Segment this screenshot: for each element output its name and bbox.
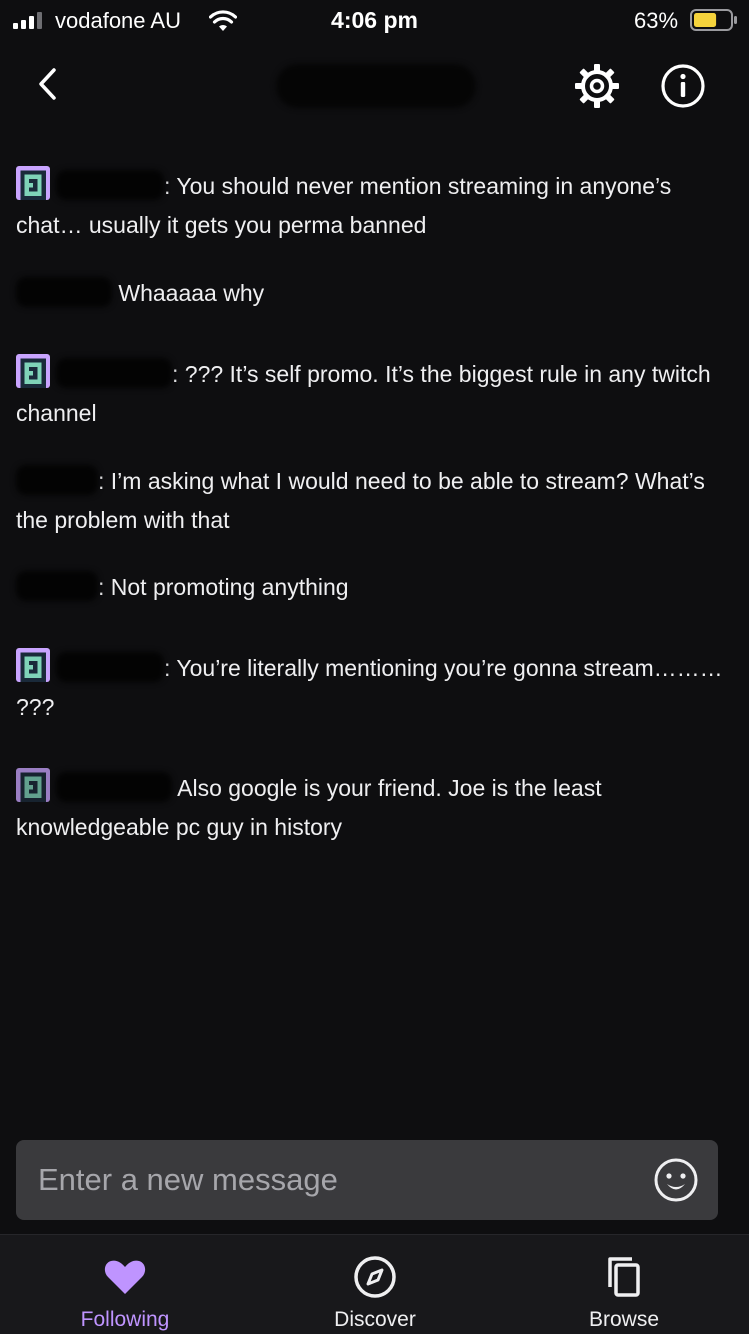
status-bar: vodafone AU 4:06 pm 63% — [0, 0, 749, 42]
signal-icon — [13, 12, 42, 29]
chat-message: : You should never mention streaming in … — [16, 166, 736, 245]
tab-browse[interactable]: Browse — [499, 1235, 749, 1334]
username-redacted — [56, 170, 164, 200]
chat-message: : ??? It’s self promo. It’s the biggest … — [16, 354, 736, 433]
username-redacted — [16, 571, 98, 601]
message-text: I’m asking what I would need to be able … — [16, 468, 705, 533]
tab-label: Browse — [588, 1308, 660, 1331]
chat-message: : You’re literally mentioning you’re gon… — [16, 648, 736, 727]
chat-header — [0, 42, 749, 132]
pixel-robot-badge — [16, 648, 50, 682]
username-redacted — [56, 772, 172, 802]
gear-icon — [575, 64, 619, 108]
chat-message: Whaaaaa why — [16, 274, 736, 313]
wifi-icon — [209, 10, 237, 31]
tab-following[interactable]: Following — [0, 1235, 250, 1334]
copy-stack-icon — [608, 1257, 640, 1297]
battery-icon — [690, 9, 737, 31]
username-redacted — [16, 277, 112, 307]
settings-button[interactable] — [572, 61, 622, 111]
username-redacted — [56, 652, 164, 682]
info-button[interactable] — [658, 61, 708, 111]
message-text: Not promoting anything — [110, 574, 349, 600]
chat-message: : I’m asking what I would need to be abl… — [16, 462, 736, 540]
message-text: Whaaaaa why — [118, 280, 265, 306]
pixel-robot-badge — [16, 768, 50, 802]
chat-screen: vodafone AU 4:06 pm 63%: You should nev… — [0, 0, 749, 1334]
battery-percent: 63% — [634, 8, 679, 33]
tab-label: Following — [80, 1308, 170, 1331]
tab-label: Discover — [334, 1308, 416, 1331]
compass-icon — [354, 1256, 396, 1298]
bottom-tab-bar: Following Discover Browse — [0, 1234, 749, 1334]
info-icon — [661, 64, 705, 108]
message-input[interactable] — [16, 1140, 646, 1220]
tab-discover[interactable]: Discover — [250, 1235, 500, 1334]
chat-message: : Not promoting anything — [16, 568, 736, 607]
channel-title-redacted — [276, 64, 476, 108]
message-input-container — [16, 1140, 718, 1220]
pixel-robot-badge — [16, 166, 50, 200]
username-redacted — [16, 465, 98, 495]
chevron-left-icon — [39, 68, 56, 100]
carrier-name: vodafone AU — [55, 8, 181, 33]
heart-icon — [104, 1260, 146, 1294]
pixel-robot-badge — [16, 354, 50, 388]
back-button[interactable] — [26, 62, 70, 106]
smiley-face-icon[interactable] — [653, 1157, 699, 1203]
username-redacted — [56, 358, 172, 388]
chat-message: Also google is your friend. Joe is the l… — [16, 768, 736, 847]
